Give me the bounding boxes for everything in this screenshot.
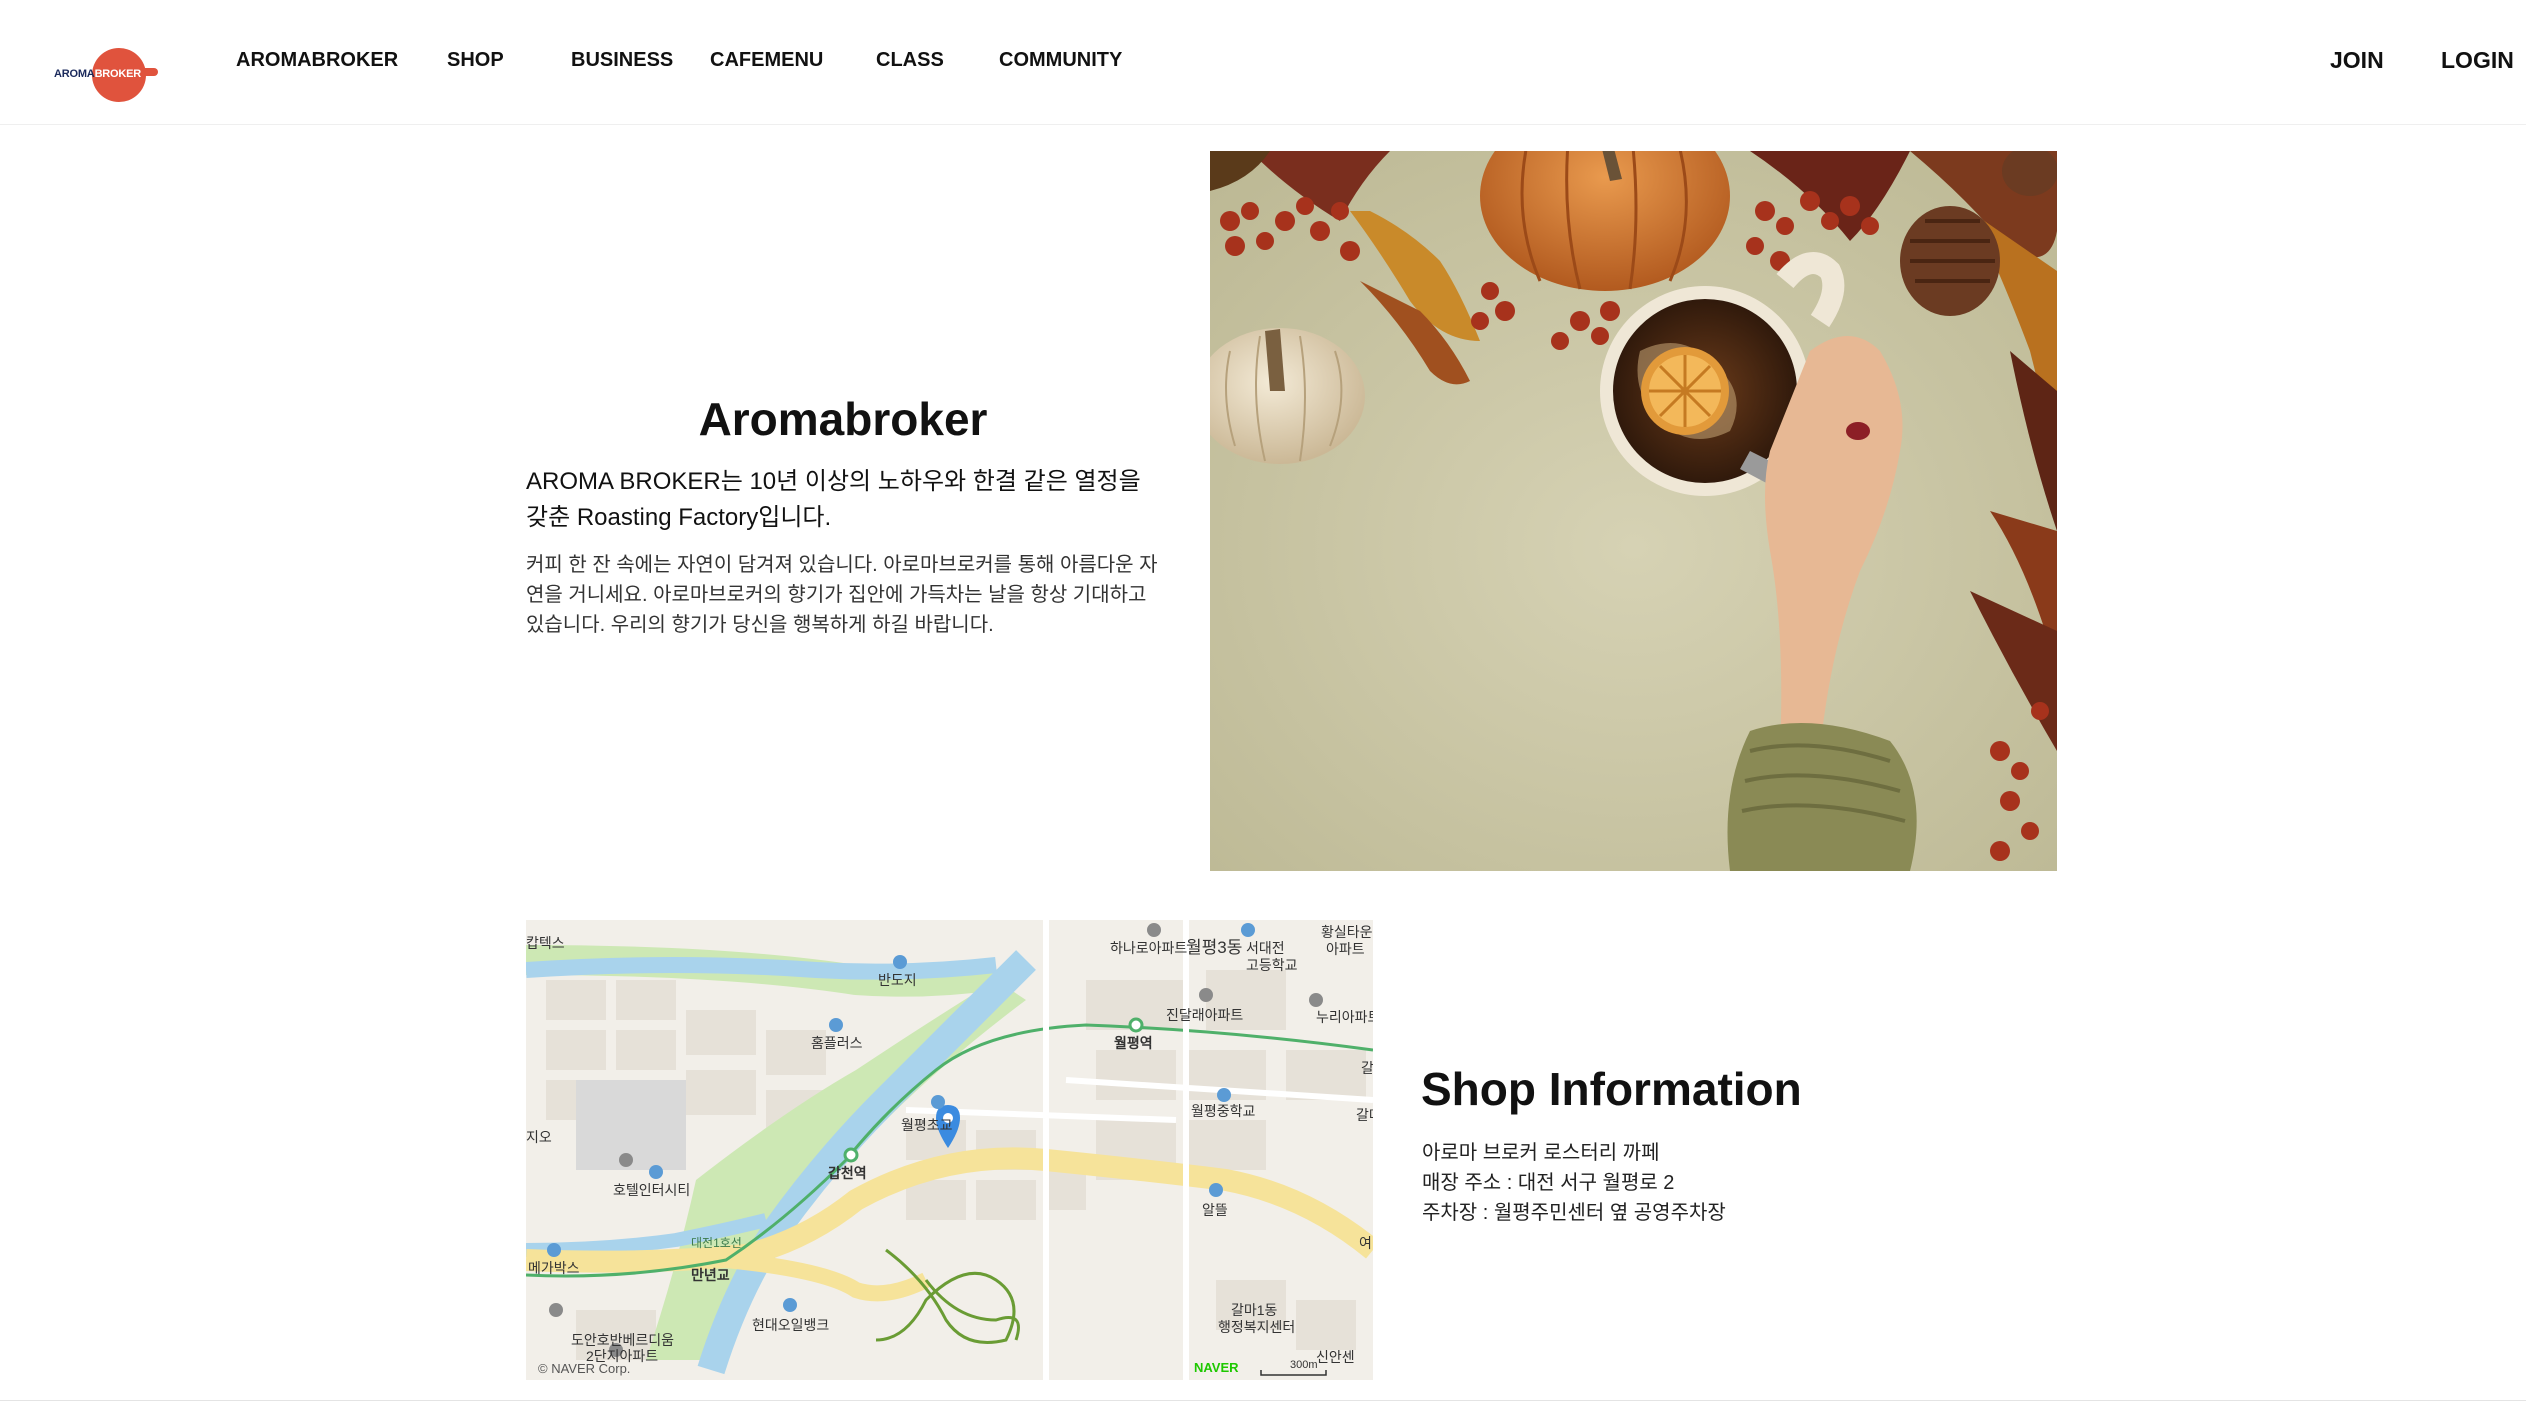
map-label-wolpyeong3: 월평3동 xyxy=(1186,938,1242,957)
map-label-homeplus: 홈플러스 xyxy=(811,1035,863,1051)
about-body: 커피 한 잔 속에는 자연이 담겨져 있습니다. 아로마브로커를 통해 아름다운… xyxy=(526,554,1158,636)
map-label-hanaro: 하나로아파트 xyxy=(1110,940,1187,956)
map-label-hwangsil2: 아파트 xyxy=(1326,941,1365,957)
join-link[interactable]: JOIN xyxy=(2330,47,2384,74)
map-label-almi: 알뜰 xyxy=(1202,1202,1228,1218)
map-label-wolpyeong-elem: 월평초교 xyxy=(901,1117,953,1133)
map-label-jindalrae: 진달래아파트 xyxy=(1166,1007,1243,1023)
footer-divider xyxy=(0,1400,2526,1401)
shop-parking: 주차장 : 월평주민센터 옆 공영주차장 xyxy=(1422,1202,1726,1224)
map-label-daejeon-hs2: 고등학교 xyxy=(1246,957,1298,973)
logo-cup-handle xyxy=(144,68,158,76)
autumn-coffee-illustration xyxy=(1210,151,2057,871)
map-label-jio: 지오 xyxy=(526,1129,552,1145)
map-label-bandoji: 반도지 xyxy=(878,972,917,988)
map-label-gal: 갈 xyxy=(1361,1060,1373,1076)
shop-map[interactable]: 하나로아파트 월평3동 서대전 고등학교 황실타운 아파트 캅텍스 반도지 진달… xyxy=(526,920,1373,1380)
map-label-wolpyeong-station: 월평역 xyxy=(1114,1035,1153,1051)
map-label-capitel: 캅텍스 xyxy=(526,935,565,951)
about-lead: AROMA BROKER는 10년 이상의 노하우와 한결 같은 열정을 갖춘 … xyxy=(526,468,1141,531)
about-title: Aromabroker xyxy=(698,393,988,445)
shop-address: 매장 주소 : 대전 서구 월평로 2 xyxy=(1422,1172,1675,1194)
map-label-gapcheon-station: 갑천역 xyxy=(828,1165,867,1181)
login-link[interactable]: LOGIN xyxy=(2441,47,2514,74)
map-label-megabox: 메가박스 xyxy=(528,1260,580,1276)
map-label-hotel: 호텔인터시티 xyxy=(613,1182,690,1198)
map-label-daejeon-line: 대전1호선 xyxy=(691,1236,742,1250)
nav-item-community[interactable]: COMMUNITY xyxy=(999,49,1122,72)
map-naver-logo: NAVER xyxy=(1194,1360,1239,1375)
nav-item-shop[interactable]: SHOP xyxy=(447,49,504,72)
map-label-sinansel: 신안센 xyxy=(1316,1349,1355,1365)
logo[interactable]: AROMABROKER xyxy=(52,44,162,104)
nav-item-aromabroker[interactable]: AROMABROKER xyxy=(236,49,398,72)
map-label-galma1: 갈마1동 xyxy=(1231,1302,1278,1318)
map-label-mannyeon: 만년교 xyxy=(691,1267,730,1283)
logo-text-broker: BROKER xyxy=(94,68,142,80)
map-label-galma: 갈마 xyxy=(1356,1107,1373,1123)
nav-item-class[interactable]: CLASS xyxy=(876,49,944,72)
shop-info-title: Shop Information xyxy=(1421,1063,1802,1115)
map-label-doan: 도안호반베르디움 xyxy=(571,1332,674,1348)
logo-text: AROMABROKER xyxy=(54,68,141,80)
site-header: AROMABROKER AROMABROKER SHOP BUSINESS CA… xyxy=(0,0,2526,125)
map-label-galma1b: 행정복지센터 xyxy=(1218,1319,1295,1335)
map-label-nuri: 누리아파트 xyxy=(1316,1009,1373,1025)
map-label-daejeon-hs: 서대전 xyxy=(1246,940,1285,956)
map-scale: 300m xyxy=(1290,1359,1318,1371)
map-label-hyundai: 현대오일뱅크 xyxy=(752,1317,829,1333)
nav-item-cafemenu[interactable]: CAFEMENU xyxy=(710,49,823,72)
map-label-yeo: 여 xyxy=(1359,1235,1372,1251)
nav-item-business[interactable]: BUSINESS xyxy=(571,49,673,72)
map-label-wolpyeong-ms: 월평중학교 xyxy=(1191,1103,1256,1119)
map-copyright: © NAVER Corp. xyxy=(538,1361,630,1376)
logo-text-aroma: AROMA xyxy=(54,68,95,80)
map-label-hwangsil: 황실타운 xyxy=(1321,924,1373,940)
shop-name: 아로마 브로커 로스터리 까페 xyxy=(1422,1142,1660,1164)
